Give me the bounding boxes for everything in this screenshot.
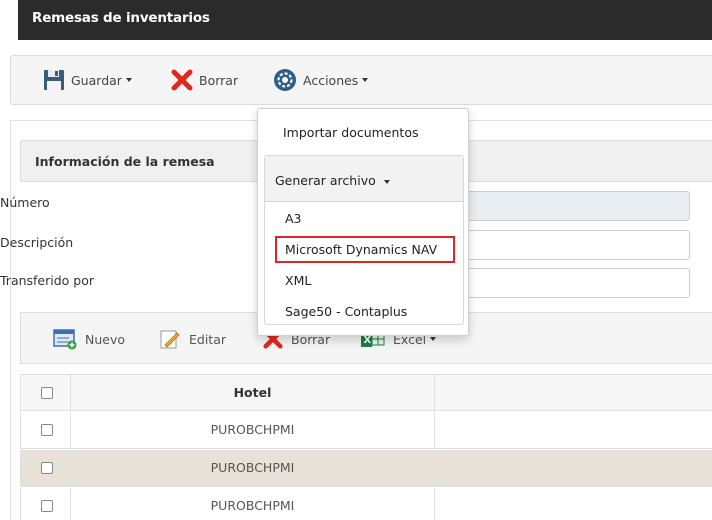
actions-dropdown-menu: Importar documentos Generar archivo A3 M… [257, 108, 469, 336]
add-document-icon [53, 329, 77, 350]
menu-item-microsoft-dynamics-nav[interactable]: Microsoft Dynamics NAV [285, 242, 437, 257]
select-all-checkbox[interactable] [41, 387, 53, 399]
gear-icon [274, 69, 296, 91]
hotel-cell: PUROBCHPMI [71, 450, 435, 486]
hotel-column-header[interactable]: Hotel [71, 375, 435, 410]
menu-item-xml[interactable]: XML [285, 273, 311, 288]
menu-item-import-documents[interactable]: Importar documentos [283, 125, 419, 140]
row-checkbox[interactable] [41, 424, 53, 436]
table-row[interactable]: PUROBCHPMI [20, 488, 712, 520]
row-checkbox[interactable] [41, 462, 53, 474]
new-label: Nuevo [85, 331, 126, 347]
red-x-icon [171, 69, 193, 91]
floppy-disk-icon [44, 70, 64, 90]
new-button[interactable]: Nuevo [53, 325, 125, 353]
actions-button[interactable]: Acciones [273, 66, 369, 94]
grid-header-row: Hotel [20, 374, 712, 411]
main-toolbar: Guardar Borrar Acciones [10, 55, 712, 105]
chevron-down-icon [430, 337, 437, 341]
row-checkbox[interactable] [41, 500, 53, 512]
chevron-down-icon [383, 179, 390, 184]
menu-item-sage50-contaplus[interactable]: Sage50 - Contaplus [285, 304, 407, 319]
generate-file-label: Generar archivo [275, 173, 390, 188]
descripcion-label: Descripción [0, 235, 74, 250]
table-row[interactable]: PUROBCHPMI [20, 450, 712, 487]
menu-item-generate-file[interactable]: Generar archivo [265, 156, 463, 202]
save-label: Guardar [71, 72, 122, 88]
window-titlebar: Remesas de inventarios [18, 0, 712, 40]
descripcion-field[interactable] [440, 230, 690, 260]
hotel-cell: PUROBCHPMI [71, 488, 435, 520]
save-button[interactable]: Guardar [43, 66, 132, 94]
svg-text:X: X [364, 335, 372, 346]
actions-label: Acciones [303, 72, 359, 88]
numero-label: Número [0, 195, 50, 210]
delete-label: Borrar [199, 72, 239, 88]
edit-label: Editar [189, 331, 227, 347]
table-row[interactable]: PUROBCHPMI [20, 412, 712, 449]
menu-item-a3[interactable]: A3 [285, 211, 302, 226]
numero-field [440, 191, 690, 221]
edit-button[interactable]: Editar [159, 325, 226, 353]
section-title: Información de la remesa [35, 154, 215, 169]
page-title: Remesas de inventarios [32, 10, 210, 26]
edit-pencil-icon [160, 330, 180, 349]
chevron-down-icon [125, 78, 132, 82]
transferido-label: Transferido por [0, 273, 95, 288]
hotel-cell: PUROBCHPMI [71, 412, 435, 448]
delete-button[interactable]: Borrar [171, 66, 238, 94]
transferido-field[interactable] [440, 268, 690, 298]
generate-file-submenu: Generar archivo A3 Microsoft Dynamics NA… [264, 155, 464, 325]
chevron-down-icon [362, 78, 369, 82]
